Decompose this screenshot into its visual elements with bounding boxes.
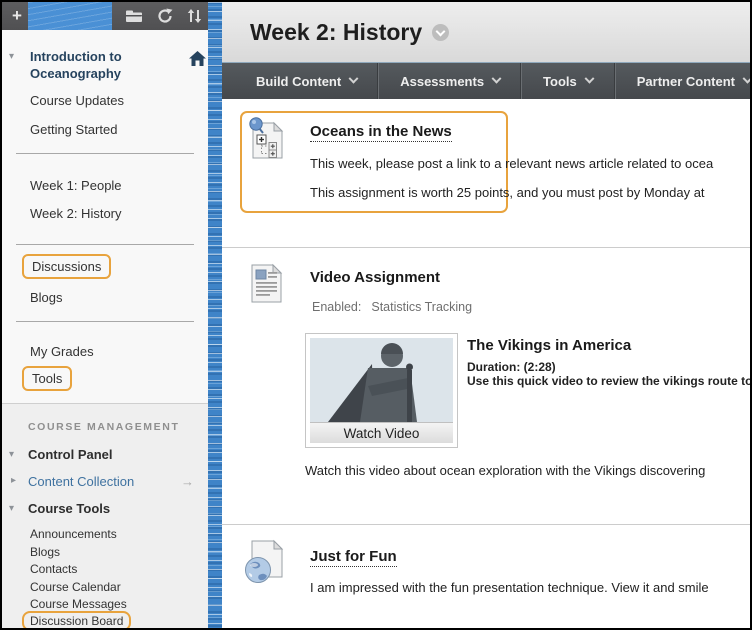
sidebar-item-discussion-board[interactable]: Discussion Board: [22, 611, 131, 628]
sidebar-item-content-collection[interactable]: Content Collection: [28, 474, 134, 489]
content-item-title-video: Video Assignment: [310, 269, 440, 286]
build-content-button[interactable]: Build Content: [235, 63, 378, 99]
sidebar-divider: [16, 153, 194, 154]
page-header: Week 2: History: [222, 2, 750, 62]
sidebar-item-blogs-tool[interactable]: Blogs: [30, 545, 60, 559]
course-management-header: COURSE MANAGEMENT: [28, 421, 179, 433]
enabled-label: Enabled:: [312, 300, 361, 314]
chevron-down-icon: [584, 73, 594, 83]
sidebar-item-control-panel[interactable]: Control Panel: [28, 447, 113, 462]
enabled-status-line: Enabled: Statistics Tracking: [312, 300, 472, 314]
chevron-down-icon: [743, 73, 750, 83]
content-item-icon: [248, 262, 286, 311]
page-title-menu-chevron-icon[interactable]: [432, 24, 449, 41]
video-thumbnail-box[interactable]: Watch Video: [305, 333, 458, 448]
plus-icon: +: [12, 6, 22, 26]
item-body-text: This week, please post a link to a relev…: [310, 156, 713, 171]
course-menu-toolbar: +: [2, 2, 208, 30]
sidebar-item-blogs[interactable]: Blogs: [30, 290, 63, 305]
item-divider: [222, 524, 750, 525]
expand-arrow-icon[interactable]: ▸: [11, 476, 16, 486]
sidebar-divider: [16, 244, 194, 245]
reorder-button[interactable]: [182, 2, 206, 30]
sidebar-item-course-tools[interactable]: Course Tools: [28, 501, 110, 516]
home-icon[interactable]: [189, 51, 206, 71]
assessments-button[interactable]: Assessments: [378, 63, 521, 99]
sidebar-divider: [16, 321, 194, 322]
sidebar-item-discussions[interactable]: Discussions: [22, 254, 111, 279]
add-menu-item-button[interactable]: +: [6, 2, 28, 30]
folder-view-button[interactable]: [122, 2, 146, 30]
sidebar-item-tools[interactable]: Tools: [22, 366, 72, 391]
sidebar-item-my-grades[interactable]: My Grades: [30, 344, 94, 359]
item-divider: [222, 247, 750, 248]
collapse-arrow-icon[interactable]: ▾: [9, 52, 14, 62]
content-list: Oceans in the News This week, please pos…: [222, 99, 750, 628]
item-body-text: I am impressed with the fun presentation…: [310, 580, 709, 595]
jump-arrow-icon[interactable]: →: [181, 474, 194, 489]
tools-button[interactable]: Tools: [521, 63, 614, 99]
url-link-icon: [244, 537, 286, 590]
folder-icon: [125, 9, 143, 23]
video-duration: Duration: (2:28): [467, 360, 556, 374]
content-item-title-fun[interactable]: Just for Fun: [310, 548, 397, 567]
sidebar-item-contacts[interactable]: Contacts: [30, 562, 77, 576]
viking-statue-thumbnail: [310, 338, 453, 422]
video-title: The Vikings in America: [467, 337, 631, 354]
sidebar-course-title[interactable]: Introduction to Oceanography: [30, 48, 182, 82]
course-menu-sidebar: +: [2, 2, 208, 628]
enabled-value: Statistics Tracking: [371, 300, 472, 314]
sidebar-item-week-2[interactable]: Week 2: History: [30, 206, 122, 221]
partner-content-button[interactable]: Partner Content: [616, 63, 750, 99]
theme-texture-strip: [208, 2, 222, 628]
chevron-down-icon: [349, 73, 359, 83]
action-bar: Build Content Assessments Tools Partner …: [222, 62, 750, 99]
sidebar-item-announcements[interactable]: Announcements: [30, 527, 117, 541]
discussion-forum-icon: [248, 116, 286, 165]
collapse-arrow-icon[interactable]: ▾: [9, 450, 14, 460]
chevron-down-icon: [492, 73, 502, 83]
item-body-text: This assignment is worth 25 points, and …: [310, 185, 705, 200]
course-management-panel: COURSE MANAGEMENT ▾ Control Panel ▸ Cont…: [2, 403, 208, 628]
sidebar-item-week-1[interactable]: Week 1: People: [30, 178, 122, 193]
refresh-icon: [157, 8, 173, 24]
sidebar-item-course-updates[interactable]: Course Updates: [30, 93, 124, 108]
refresh-button[interactable]: [153, 2, 177, 30]
content-frame: Week 2: History Build Content Assessment…: [222, 2, 750, 628]
page-title: Week 2: History: [250, 19, 422, 46]
video-description: Use this quick video to review the vikin…: [467, 374, 750, 388]
collapse-arrow-icon[interactable]: ▾: [9, 504, 14, 514]
blackboard-course-screen: +: [0, 0, 752, 630]
watch-video-button[interactable]: Watch Video: [310, 422, 453, 443]
sidebar-item-getting-started[interactable]: Getting Started: [30, 122, 117, 137]
item-body-text: Watch this video about ocean exploration…: [305, 463, 705, 478]
sidebar-item-course-messages[interactable]: Course Messages: [30, 597, 127, 611]
menu-style-swatch[interactable]: [28, 2, 112, 30]
sidebar-item-course-calendar[interactable]: Course Calendar: [30, 580, 121, 594]
content-item-title-oceans[interactable]: Oceans in the News: [310, 123, 452, 142]
up-down-arrows-icon: [187, 8, 202, 24]
